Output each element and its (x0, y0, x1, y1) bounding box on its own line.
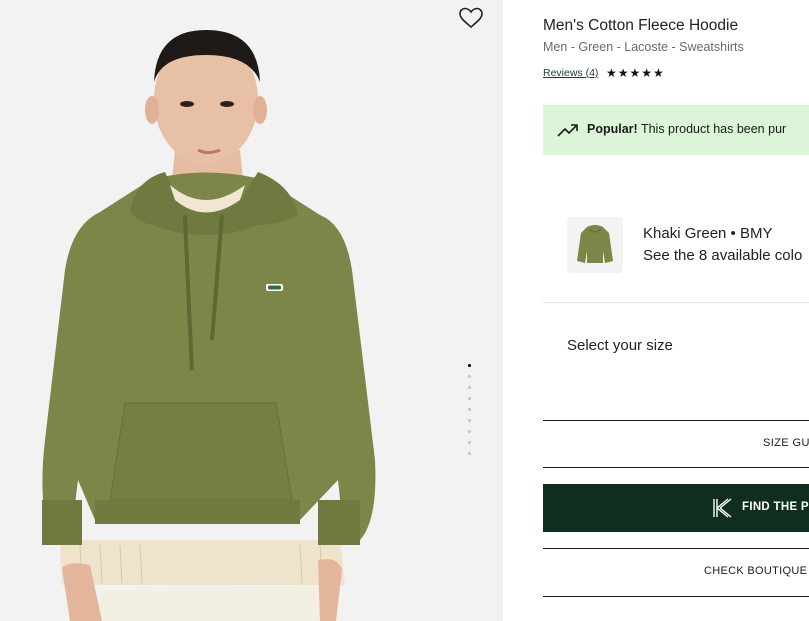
product-details: Men's Cotton Fleece Hoodie Men - Green -… (503, 0, 809, 621)
select-size-label[interactable]: Select your size (567, 337, 673, 354)
color-thumbnail[interactable] (567, 217, 623, 273)
trending-up-icon (557, 124, 578, 137)
popular-bold: Popular! (587, 122, 638, 136)
find-product-label: FIND THE P (742, 501, 809, 513)
popular-message: This product has been pur (637, 122, 787, 136)
gallery-dot[interactable] (468, 397, 471, 400)
size-guide-button[interactable]: SIZE GU (543, 420, 809, 467)
find-product-button[interactable]: FIND THE P (543, 484, 809, 532)
check-boutique-button[interactable]: CHECK BOUTIQUE (543, 548, 809, 596)
product-breadcrumb: Men - Green - Lacoste - Sweatshirts (543, 40, 744, 54)
product-image[interactable] (0, 0, 503, 621)
gallery-dot[interactable] (468, 452, 471, 455)
gallery-dot[interactable] (468, 441, 471, 444)
popular-banner: Popular! This product has been pur (543, 105, 809, 155)
gallery-dot[interactable] (468, 430, 471, 433)
gallery-pagination (468, 364, 472, 463)
star-rating: ★★★★★ (606, 66, 665, 80)
product-title: Men's Cotton Fleece Hoodie (543, 17, 739, 34)
divider (543, 302, 809, 303)
gallery-dot[interactable] (468, 408, 471, 411)
gallery-dot[interactable] (468, 375, 471, 378)
heart-icon[interactable] (458, 6, 484, 30)
see-colors-link[interactable]: See the 8 available colo (643, 247, 802, 264)
popular-text: Popular! This product has been pur (587, 122, 786, 136)
k-logo-icon (713, 498, 732, 518)
color-name: Khaki Green • BMY (643, 225, 773, 242)
gallery-dot[interactable] (468, 419, 471, 422)
size-guide-label: SIZE GU (763, 437, 809, 449)
gallery-dot[interactable] (468, 364, 471, 367)
divider (543, 596, 809, 597)
product-gallery (0, 0, 503, 621)
gallery-dot[interactable] (468, 386, 471, 389)
hoodie-thumbnail-image (577, 225, 613, 263)
divider (543, 467, 809, 468)
reviews-link[interactable]: Reviews (4) (543, 67, 598, 79)
check-boutique-label: CHECK BOUTIQUE (704, 565, 808, 577)
